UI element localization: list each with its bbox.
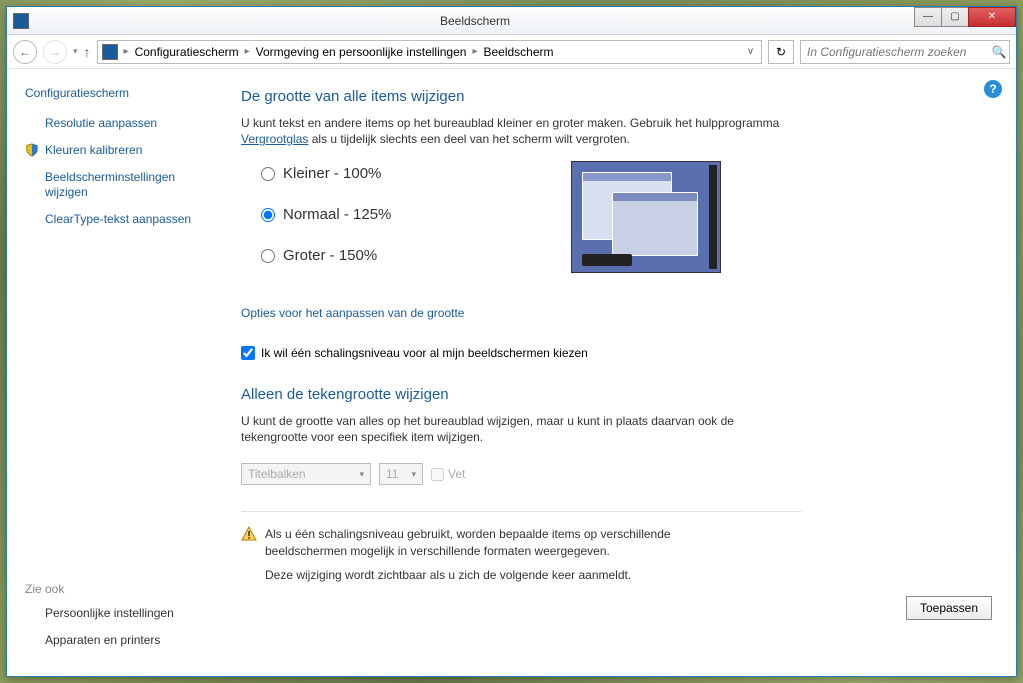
minimize-button[interactable]: —	[914, 7, 942, 27]
titlebar: Beeldscherm — ▢ ✕	[7, 7, 1016, 35]
apply-button[interactable]: Toepassen	[906, 596, 992, 620]
magnifier-link[interactable]: Vergrootglas	[241, 132, 308, 146]
bold-checkbox[interactable]	[431, 468, 444, 481]
sidebar-link-display-settings[interactable]: Beeldscherminstellingen wijzigen	[45, 170, 211, 200]
arrow-left-icon: ←	[19, 45, 31, 59]
sidebar-link-calibrate-colors[interactable]: Kleuren kalibreren	[25, 143, 211, 158]
breadcrumb-bar[interactable]: ▸ Configuratiescherm ▸ Vormgeving en per…	[97, 40, 762, 64]
description-change-size: U kunt tekst en andere items op het bure…	[241, 115, 801, 147]
sidebar: Configuratiescherm Resolutie aanpassen K…	[7, 70, 223, 676]
search-icon[interactable]: 🔍	[989, 45, 1009, 59]
forward-button[interactable]: →	[43, 40, 67, 64]
navbar: ← → ▾ ↑ ▸ Configuratiescherm ▸ Vormgevin…	[7, 35, 1016, 69]
radio-larger[interactable]: Groter - 150%	[261, 247, 391, 264]
breadcrumb-item[interactable]: Vormgeving en persoonlijke instellingen	[252, 45, 471, 59]
one-scaling-level-checkbox[interactable]	[241, 346, 255, 360]
radio-normal-label: Normaal - 125%	[283, 206, 391, 223]
description-text-size: U kunt de grootte van alles op het burea…	[241, 413, 801, 445]
back-button[interactable]: ←	[13, 40, 37, 64]
heading-change-size: De grootte van alle items wijzigen	[241, 88, 994, 105]
scaling-radio-group: Kleiner - 100% Normaal - 125% Groter - 1…	[261, 161, 391, 288]
arrow-right-icon: →	[49, 45, 61, 59]
bold-label: Vet	[448, 467, 465, 481]
window-title: Beeldscherm	[35, 14, 915, 28]
refresh-button[interactable]: ↻	[768, 40, 794, 64]
custom-sizing-link[interactable]: Opties voor het aanpassen van de grootte	[241, 306, 464, 320]
search-input[interactable]	[801, 45, 989, 59]
chevron-right-icon[interactable]: ▸	[243, 46, 252, 57]
chevron-down-icon: ▾	[411, 469, 416, 480]
main-content: ? De grootte van alle items wijzigen U k…	[223, 70, 1016, 676]
warning-text: Als u één schalingsniveau gebruikt, word…	[265, 526, 685, 560]
control-panel-home-link[interactable]: Configuratiescherm	[25, 86, 211, 100]
bold-checkbox-row[interactable]: Vet	[431, 467, 465, 481]
see-also-personalization[interactable]: Persoonlijke instellingen	[45, 606, 211, 621]
radio-normal-input[interactable]	[261, 208, 275, 222]
sidebar-link-resolution[interactable]: Resolutie aanpassen	[45, 116, 211, 131]
control-panel-window: Beeldscherm — ▢ ✕ ← → ▾ ↑ ▸ Configuratie…	[6, 6, 1017, 677]
radio-smaller-label: Kleiner - 100%	[283, 165, 381, 182]
radio-smaller-input[interactable]	[261, 167, 275, 181]
see-also-devices-printers[interactable]: Apparaten en printers	[45, 633, 211, 648]
breadcrumb-item[interactable]: Configuratiescherm	[131, 45, 243, 59]
breadcrumb-item[interactable]: Beeldscherm	[479, 45, 557, 59]
recent-dropdown-icon[interactable]: ▾	[73, 46, 78, 57]
shield-icon	[25, 143, 39, 157]
sidebar-link-cleartype[interactable]: ClearType-tekst aanpassen	[45, 212, 211, 227]
divider	[241, 511, 801, 512]
see-also-header: Zie ook	[25, 582, 211, 596]
chevron-down-icon: ▾	[359, 469, 364, 480]
maximize-button[interactable]: ▢	[941, 7, 969, 27]
heading-text-size: Alleen de tekengrootte wijzigen	[241, 386, 994, 403]
radio-smaller[interactable]: Kleiner - 100%	[261, 165, 391, 182]
search-box[interactable]: 🔍	[800, 40, 1010, 64]
warning-icon	[241, 526, 257, 542]
address-dropdown-icon[interactable]: v	[740, 46, 761, 57]
help-icon[interactable]: ?	[984, 80, 1002, 98]
size-select[interactable]: 11 ▾	[379, 463, 423, 485]
radio-larger-input[interactable]	[261, 249, 275, 263]
scaling-preview	[571, 161, 721, 273]
radio-larger-label: Groter - 150%	[283, 247, 377, 264]
one-scaling-level-row[interactable]: Ik wil één schalingsniveau voor al mijn …	[241, 346, 994, 360]
chevron-right-icon[interactable]: ▸	[470, 46, 479, 57]
location-icon	[102, 44, 118, 60]
item-select[interactable]: Titelbalken ▾	[241, 463, 371, 485]
one-scaling-level-label: Ik wil één schalingsniveau voor al mijn …	[261, 346, 588, 360]
close-button[interactable]: ✕	[968, 7, 1016, 27]
chevron-right-icon[interactable]: ▸	[122, 46, 131, 57]
window-controls: — ▢ ✕	[915, 7, 1016, 29]
app-icon	[13, 13, 29, 29]
up-button[interactable]: ↑	[84, 44, 91, 60]
refresh-icon: ↻	[776, 45, 786, 59]
radio-normal[interactable]: Normaal - 125%	[261, 206, 391, 223]
warning-subtext: Deze wijziging wordt zichtbaar als u zic…	[265, 568, 805, 582]
